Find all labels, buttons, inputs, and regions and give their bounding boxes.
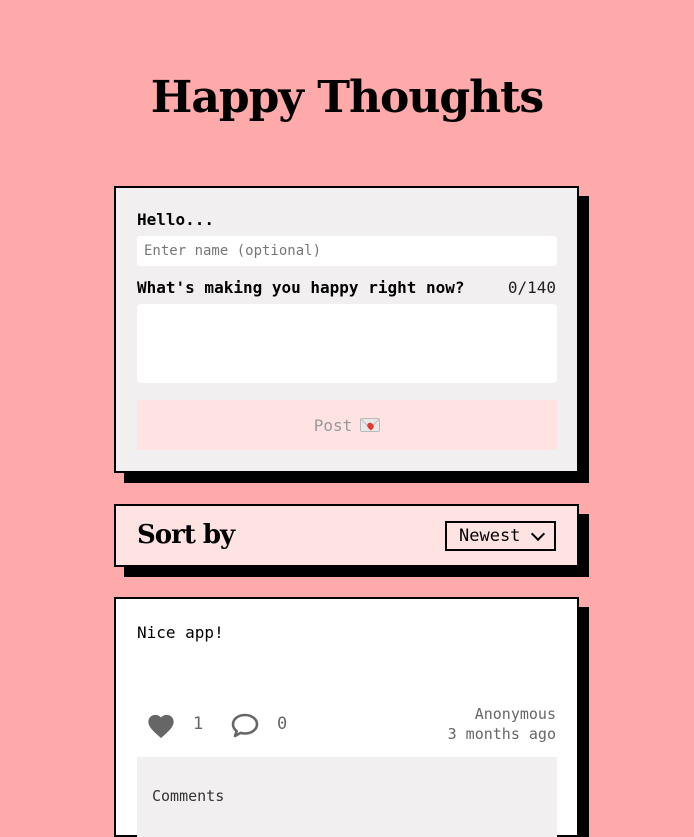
post-button[interactable]: Post [137,400,557,450]
name-label: Hello... [137,210,215,229]
sort-card: Sort by Newest [114,504,579,567]
chevron-down-icon [530,526,546,542]
like-count: 1 [193,714,204,734]
comment-count: 0 [277,714,288,734]
sort-select[interactable]: Newest [445,521,556,551]
thought-form-card: Hello... What's making you happy right n… [114,186,579,473]
comment-icon [231,713,259,737]
thought-card: Nice app! 1 0 Anonymous 3 months ago Com… [114,597,579,837]
name-input[interactable] [137,236,557,266]
thought-author: Anonymous [474,705,556,723]
post-button-label: Post [313,415,353,435]
message-input[interactable] [137,304,557,383]
thought-text: Nice app! [137,623,224,642]
comment-button[interactable] [229,710,261,740]
envelope-heart-icon [360,418,381,432]
page-title: Happy Thoughts [150,72,544,123]
like-button[interactable] [145,710,177,740]
comments-title: Comments [152,787,225,805]
heart-icon [148,714,174,738]
message-label: What's making you happy right now? [137,278,465,297]
thought-timestamp: 3 months ago [447,725,556,743]
char-count: 0/140 [507,278,556,297]
sort-label: Sort by [137,520,235,550]
sort-selected-value: Newest [459,526,521,546]
comments-panel: Comments [137,757,557,837]
